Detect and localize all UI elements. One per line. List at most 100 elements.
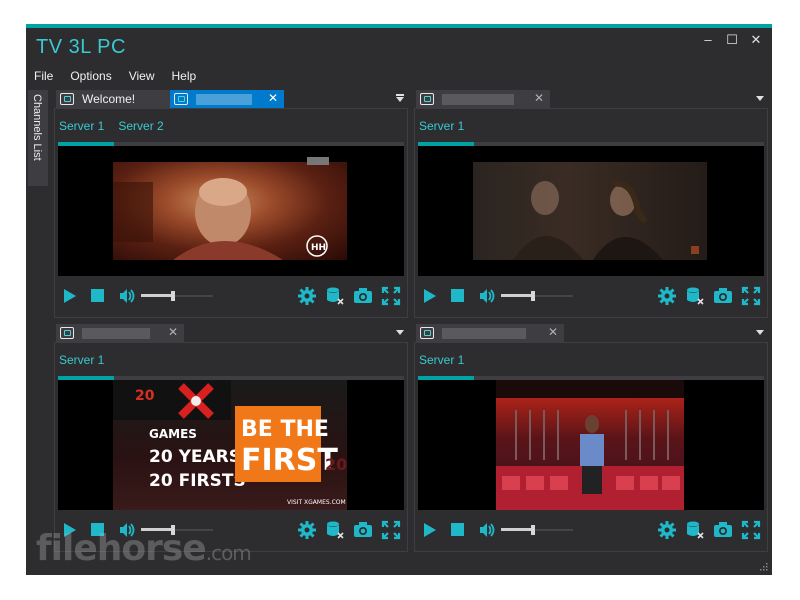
tab-list-dropdown-icon[interactable] [756, 96, 764, 101]
channel-logo: HH [311, 243, 326, 253]
volume-slider[interactable] [501, 289, 573, 303]
panel-tabstrip: ✕ [54, 324, 408, 343]
player-controls [421, 519, 761, 541]
volume-icon[interactable] [117, 287, 135, 305]
panel-content: Server 1 20 GAMES 20 YEARS, 20 FIRSTS BE… [54, 342, 408, 552]
volume-slider[interactable] [501, 523, 573, 537]
snapshot-camera-icon[interactable] [353, 520, 373, 540]
tab-channel[interactable]: ✕ [56, 324, 184, 342]
resize-grip-icon[interactable] [758, 561, 768, 571]
video-overlay-badge [307, 157, 329, 165]
panel-content: Server 1 Server 2 HH [54, 108, 408, 318]
tab-label-blurred [82, 327, 150, 339]
main-window: TV 3L PC – ☐ ✕ File Options View Help Ch… [26, 24, 772, 575]
tv-icon [174, 93, 188, 105]
settings-gear-icon[interactable] [297, 286, 317, 306]
xgames-text: VISIT XGAMES.COM [287, 499, 346, 506]
volume-icon[interactable] [477, 521, 495, 539]
player-panel-2: ✕ Server 1 [414, 90, 768, 318]
minimize-button[interactable]: – [700, 32, 716, 48]
menu-file[interactable]: File [26, 66, 62, 86]
fullscreen-icon[interactable] [741, 286, 761, 306]
video-frame: 20 GAMES 20 YEARS, 20 FIRSTS BE THE FIRS… [113, 380, 347, 510]
xgames-text: GAMES [149, 427, 197, 441]
tab-list-menu-icon[interactable] [396, 94, 404, 102]
video-scene [513, 180, 699, 260]
panel-content: Server 1 [414, 342, 768, 552]
play-button[interactable] [421, 287, 439, 305]
player-controls [421, 285, 761, 307]
tab-channel[interactable]: ✕ [416, 324, 564, 342]
fullscreen-icon[interactable] [381, 286, 401, 306]
close-tab-icon[interactable]: ✕ [534, 91, 544, 105]
fullscreen-icon[interactable] [741, 520, 761, 540]
play-button[interactable] [421, 521, 439, 539]
settings-gear-icon[interactable] [657, 520, 677, 540]
tab-list-dropdown-icon[interactable] [756, 330, 764, 335]
stop-button[interactable] [449, 287, 467, 305]
watermark-suffix: .com [205, 541, 252, 565]
xgames-text: 20 YEARS, [149, 447, 247, 467]
xgames-text: 20 FIRSTS [149, 471, 246, 491]
player-controls [61, 285, 401, 307]
video-scene: 20 GAMES 20 YEARS, 20 FIRSTS BE THE FIRS… [113, 380, 347, 506]
video-viewport[interactable] [418, 380, 764, 510]
tab-label-blurred [196, 93, 252, 105]
panel-tabstrip: ✕ [414, 324, 768, 343]
close-tab-icon[interactable]: ✕ [168, 325, 178, 339]
tab-label-blurred [442, 93, 514, 105]
tab-channel-active[interactable]: ✕ [170, 90, 284, 108]
video-scene [496, 380, 684, 510]
stop-button[interactable] [89, 287, 107, 305]
tab-label-blurred [442, 327, 526, 339]
maximize-button[interactable]: ☐ [724, 32, 740, 48]
menu-view[interactable]: View [121, 66, 164, 86]
server-tab-1[interactable]: Server 1 [419, 353, 464, 367]
video-frame: HH [113, 162, 347, 260]
database-remove-icon[interactable] [325, 286, 345, 306]
server-tab-1[interactable]: Server 1 [59, 119, 104, 133]
database-remove-icon[interactable] [325, 520, 345, 540]
player-panel-3: ✕ Server 1 20 GAMES 20 YEARS, 20 FIRSTS … [54, 324, 408, 552]
snapshot-camera-icon[interactable] [713, 520, 733, 540]
tab-list-dropdown-icon[interactable] [396, 330, 404, 335]
snapshot-camera-icon[interactable] [353, 286, 373, 306]
server-tab-1[interactable]: Server 1 [59, 353, 104, 367]
close-tab-icon[interactable]: ✕ [548, 325, 558, 339]
video-frame [473, 162, 707, 260]
video-viewport[interactable] [418, 146, 764, 276]
settings-gear-icon[interactable] [657, 286, 677, 306]
tv-icon [60, 327, 74, 339]
server-tab-1[interactable]: Server 1 [419, 119, 464, 133]
tab-channel[interactable]: ✕ [416, 90, 550, 108]
title-bar: TV 3L PC – ☐ ✕ [26, 28, 772, 64]
app-title: TV 3L PC [36, 36, 126, 58]
volume-icon[interactable] [477, 287, 495, 305]
channels-list-label: Channels List [31, 94, 43, 161]
video-scene: HH [113, 178, 328, 260]
menu-help[interactable]: Help [164, 66, 206, 86]
player-panel-1: Welcome! ✕ Server 1 Server 2 HH [54, 90, 408, 318]
tab-welcome[interactable]: Welcome! [56, 90, 170, 108]
tv-icon [420, 327, 434, 339]
channels-list-tab[interactable]: Channels List [28, 90, 48, 186]
database-remove-icon[interactable] [685, 286, 705, 306]
play-button[interactable] [61, 287, 79, 305]
snapshot-camera-icon[interactable] [713, 286, 733, 306]
volume-slider[interactable] [141, 289, 213, 303]
tv-icon [60, 93, 74, 105]
stop-button[interactable] [449, 521, 467, 539]
settings-gear-icon[interactable] [297, 520, 317, 540]
fullscreen-icon[interactable] [381, 520, 401, 540]
database-remove-icon[interactable] [685, 520, 705, 540]
menu-bar: File Options View Help [26, 66, 205, 86]
video-viewport[interactable]: HH [58, 146, 404, 276]
server-tab-2[interactable]: Server 2 [118, 119, 163, 133]
close-tab-icon[interactable]: ✕ [268, 91, 278, 105]
panel-tabstrip: ✕ [414, 90, 768, 109]
video-viewport[interactable]: 20 GAMES 20 YEARS, 20 FIRSTS BE THE FIRS… [58, 380, 404, 510]
tab-label: Welcome! [82, 92, 136, 106]
watermark-main: filehorse [36, 528, 207, 569]
menu-options[interactable]: Options [62, 66, 120, 86]
close-button[interactable]: ✕ [748, 32, 764, 48]
